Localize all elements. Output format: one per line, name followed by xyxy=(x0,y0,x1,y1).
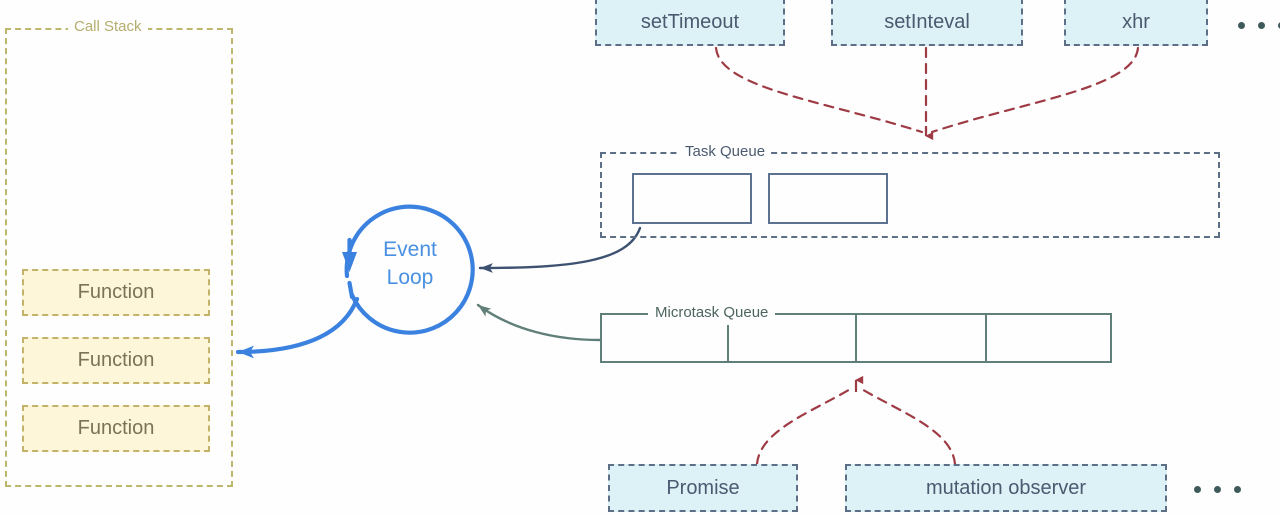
microtask-source-ellipsis-icon xyxy=(1194,486,1241,493)
event-loop-label: Event Loop xyxy=(360,236,460,292)
task-queue-label: Task Queue xyxy=(679,143,772,160)
microtask-source-promise[interactable]: Promise xyxy=(608,464,798,512)
microtask-queue-label: Microtask Queue xyxy=(648,304,776,321)
arrow-eventloop-to-callstack xyxy=(235,296,360,359)
task-queue-slot[interactable] xyxy=(768,173,888,224)
arrow-xhr-to-taskqueue xyxy=(930,46,1140,134)
event-loop-label-line1: Event xyxy=(383,238,437,261)
call-stack-frame[interactable]: Function xyxy=(22,269,210,316)
call-stack-frame[interactable]: Function xyxy=(22,405,210,452)
arrow-settimeout-to-taskqueue xyxy=(714,46,924,134)
webapi-settimeout[interactable]: setTimeout xyxy=(595,0,785,46)
microtask-source-mutation-observer[interactable]: mutation observer xyxy=(845,464,1167,512)
arrow-mutationobserver-to-microtaskqueue xyxy=(858,386,957,466)
microtask-queue-divider xyxy=(985,313,987,363)
event-loop-label-line2: Loop xyxy=(386,266,434,289)
event-loop-diagram: Call Stack Function Function Function Ev… xyxy=(0,0,1280,516)
arrow-microtaskqueue-to-eventloop xyxy=(476,303,602,342)
call-stack-frame[interactable]: Function xyxy=(22,337,210,384)
microtask-queue-divider xyxy=(855,313,857,363)
task-queue-slot[interactable] xyxy=(632,173,752,224)
microtask-queue-divider xyxy=(727,325,729,363)
webapi-xhr[interactable]: xhr xyxy=(1064,0,1208,46)
webapi-setinterval[interactable]: setInteval xyxy=(831,0,1023,46)
webapi-ellipsis-icon xyxy=(1238,22,1280,29)
arrow-promise-to-microtaskqueue xyxy=(755,386,854,466)
call-stack-label: Call Stack xyxy=(68,18,148,35)
